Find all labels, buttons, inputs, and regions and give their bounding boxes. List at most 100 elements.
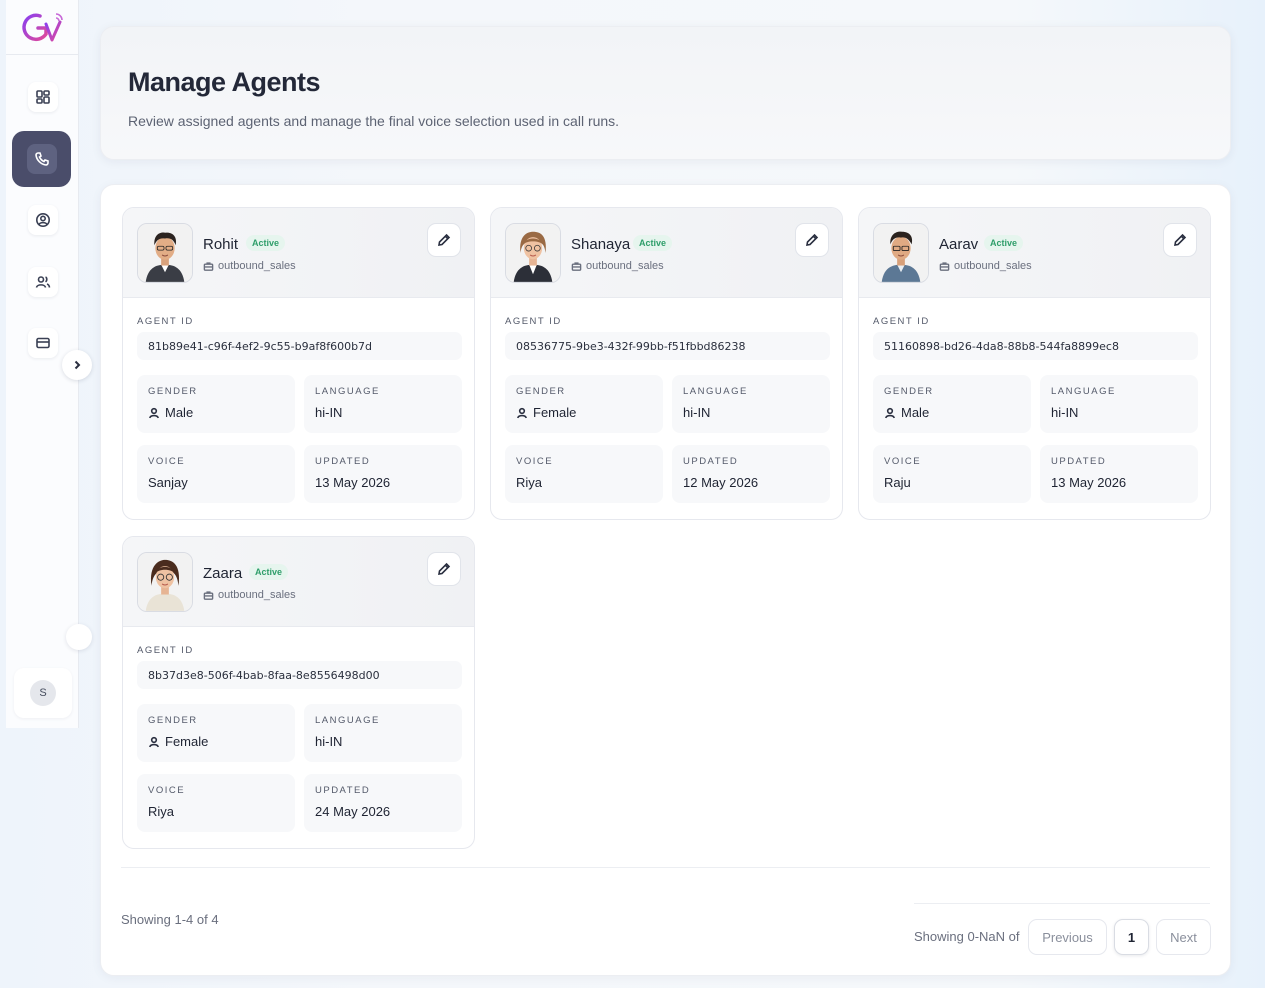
pencil-icon xyxy=(1174,233,1187,246)
updated-label: UPDATED xyxy=(1051,456,1107,467)
gender-field: GENDER Female xyxy=(137,704,295,762)
status-badge: Active xyxy=(633,235,673,251)
user-menu[interactable]: S xyxy=(14,668,72,718)
briefcase-icon xyxy=(571,261,582,271)
agent-name: Rohit xyxy=(203,236,239,253)
agent-card-header: Aarav Active outbound_sales xyxy=(859,208,1210,298)
phone-icon xyxy=(34,152,49,166)
nav-agents[interactable] xyxy=(12,131,71,187)
agent-id-label: AGENT ID xyxy=(137,645,194,656)
updated-label: UPDATED xyxy=(315,785,371,796)
agent-card-header: Shanaya Active outbound_sales xyxy=(491,208,842,298)
agent-name: Shanaya xyxy=(571,236,631,253)
updated-field: UPDATED 24 May 2026 xyxy=(304,774,462,832)
agent-id-value: 81b89e41-c96f-4ef2-9c55-b9af8f600b7d xyxy=(137,332,462,360)
voice-value: Riya xyxy=(148,804,175,819)
brand-logo[interactable] xyxy=(20,10,66,46)
updated-value: 12 May 2026 xyxy=(683,475,759,490)
updated-field: UPDATED 12 May 2026 xyxy=(672,445,830,503)
voice-value: Riya xyxy=(516,475,543,490)
briefcase-icon xyxy=(939,261,950,271)
nav-billing[interactable] xyxy=(28,328,58,358)
updated-label: UPDATED xyxy=(683,456,739,467)
nav-users[interactable] xyxy=(28,267,58,297)
pencil-icon xyxy=(438,233,451,246)
voice-value: Raju xyxy=(884,475,911,490)
agent-team-label: outbound_sales xyxy=(586,260,664,272)
voice-label: VOICE xyxy=(148,785,186,796)
gender-label: GENDER xyxy=(884,386,934,397)
edit-agent-button[interactable] xyxy=(427,552,461,586)
person-icon xyxy=(149,736,159,747)
person-icon xyxy=(149,407,159,418)
language-value: hi-IN xyxy=(1051,405,1079,420)
agent-name: Zaara xyxy=(203,565,243,582)
edit-agent-button[interactable] xyxy=(427,223,461,257)
gender-label: GENDER xyxy=(148,386,198,397)
nav-dashboard[interactable] xyxy=(28,82,58,112)
agent-card-header: Zaara Active outbound_sales xyxy=(123,537,474,627)
sidebar-collapse-button[interactable] xyxy=(62,350,92,380)
pencil-icon xyxy=(438,562,451,575)
agent-card: Shanaya Active outbound_sales AGENT ID 0… xyxy=(490,207,843,520)
page-subtitle: Review assigned agents and manage the fi… xyxy=(128,113,620,129)
edit-agent-button[interactable] xyxy=(1163,223,1197,257)
agent-team: outbound_sales xyxy=(203,260,296,272)
language-label: LANGUAGE xyxy=(315,386,380,397)
female-avatar-image xyxy=(506,224,560,282)
person-icon xyxy=(885,407,895,418)
updated-field: UPDATED 13 May 2026 xyxy=(1040,445,1198,503)
agent-card: Rohit Active outbound_sales AGENT ID 81b… xyxy=(122,207,475,520)
agent-team-label: outbound_sales xyxy=(218,260,296,272)
previous-page-button[interactable]: Previous xyxy=(1028,919,1107,955)
page-1-button[interactable]: 1 xyxy=(1114,919,1149,955)
voice-field: VOICE Riya xyxy=(137,774,295,832)
next-page-button[interactable]: Next xyxy=(1156,919,1211,955)
agent-avatar xyxy=(137,552,193,612)
updated-field: UPDATED 13 May 2026 xyxy=(304,445,462,503)
agent-team-label: outbound_sales xyxy=(218,589,296,601)
chevron-right-icon xyxy=(74,360,81,370)
agent-avatar xyxy=(137,223,193,283)
status-badge: Active xyxy=(249,564,289,580)
agent-avatar xyxy=(505,223,561,283)
logo-divider xyxy=(6,54,78,55)
agent-team-label: outbound_sales xyxy=(954,260,1032,272)
language-label: LANGUAGE xyxy=(683,386,748,397)
agent-id-value: 8b37d3e8-506f-4bab-8faa-8e8556498d00 xyxy=(137,661,462,689)
gender-label: GENDER xyxy=(148,715,198,726)
page-header: Manage Agents Review assigned agents and… xyxy=(100,26,1231,160)
users-icon xyxy=(35,276,51,288)
agent-card: Zaara Active outbound_sales AGENT ID 8b3… xyxy=(122,536,475,849)
pager-divider xyxy=(914,903,1210,904)
language-field: LANGUAGE hi-IN xyxy=(304,704,462,762)
language-field: LANGUAGE hi-IN xyxy=(672,375,830,433)
male-avatar-image xyxy=(874,224,928,282)
voice-field: VOICE Raju xyxy=(873,445,1031,503)
agent-team: outbound_sales xyxy=(203,589,296,601)
voice-label: VOICE xyxy=(884,456,922,467)
status-badge: Active xyxy=(984,235,1024,251)
nav-profile[interactable] xyxy=(28,205,58,235)
agent-id-label: AGENT ID xyxy=(137,316,194,327)
agent-id-label: AGENT ID xyxy=(505,316,562,327)
agent-avatar xyxy=(873,223,929,283)
pager-summary: Showing 0-NaN of xyxy=(914,929,1020,944)
briefcase-icon xyxy=(203,261,214,271)
edit-agent-button[interactable] xyxy=(795,223,829,257)
footer-divider xyxy=(121,867,1210,868)
gender-value: Male xyxy=(884,405,929,420)
avatar: S xyxy=(30,680,56,706)
page-title: Manage Agents xyxy=(128,67,321,97)
voice-field: VOICE Sanjay xyxy=(137,445,295,503)
voice-label: VOICE xyxy=(148,456,186,467)
sidebar-toggle-handle[interactable] xyxy=(66,624,92,650)
language-label: LANGUAGE xyxy=(1051,386,1116,397)
briefcase-icon xyxy=(203,590,214,600)
agent-card-header: Rohit Active outbound_sales xyxy=(123,208,474,298)
language-value: hi-IN xyxy=(683,405,711,420)
gender-field: GENDER Male xyxy=(137,375,295,433)
dashboard-icon xyxy=(36,90,50,104)
updated-value: 13 May 2026 xyxy=(315,475,391,490)
language-field: LANGUAGE hi-IN xyxy=(304,375,462,433)
